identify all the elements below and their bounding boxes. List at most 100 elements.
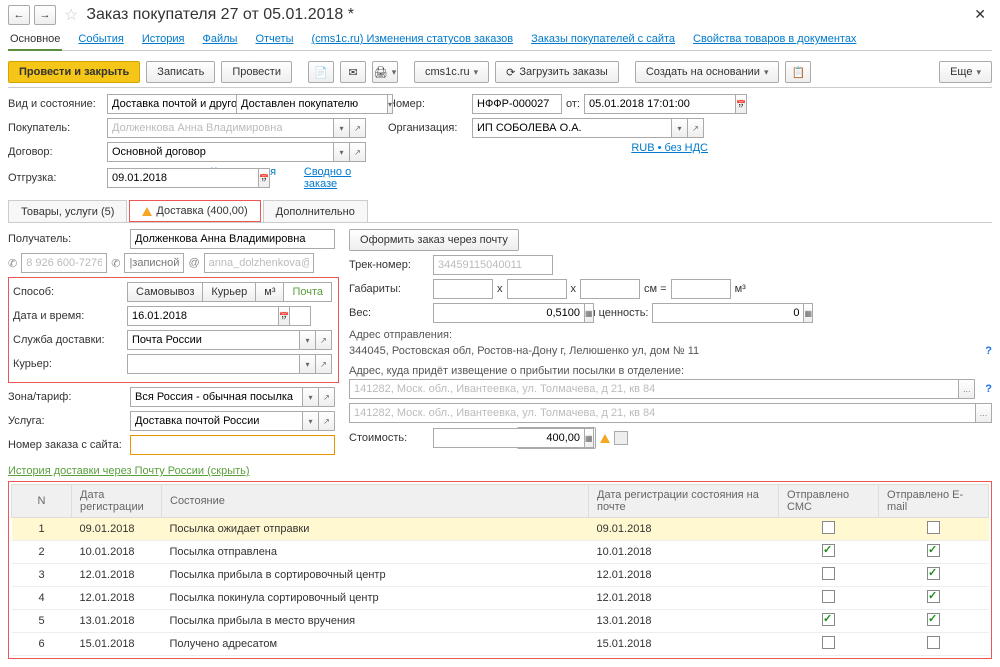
sms-checkbox[interactable] [822,567,835,580]
sms-checkbox[interactable] [822,544,835,557]
dropdown-icon[interactable]: ▾ [303,411,319,431]
post-close-button[interactable]: Провести и закрыть [8,61,140,83]
write-button[interactable]: Записать [146,61,215,83]
method-pickup[interactable]: Самовывоз [127,282,203,302]
favorite-star-icon[interactable]: ☆ [60,5,82,25]
dim-l-field[interactable] [433,279,493,299]
dropdown-icon[interactable]: ▾ [334,142,350,162]
table-row[interactable]: 4 12.01.2018 Посылка покинула сортировоч… [12,587,989,610]
col-regdate[interactable]: Дата регистрации [72,485,162,518]
create-from-button[interactable]: Создать на основании [635,61,780,83]
tab-item-props[interactable]: Свойства товаров в документах [691,29,858,50]
sms-checkbox[interactable] [822,636,835,649]
tab-events[interactable]: События [76,29,125,50]
method-post[interactable]: Почта [284,282,332,302]
dropdown-icon[interactable]: ▾ [672,118,688,138]
shipment-date-field[interactable] [107,168,259,188]
calc-icon[interactable]: ▦ [804,303,813,323]
sms-checkbox[interactable] [822,521,835,534]
declared-field[interactable] [652,303,804,323]
cost-field[interactable] [433,428,585,448]
email-checkbox[interactable] [927,521,940,534]
email-checkbox[interactable] [927,613,940,626]
open-icon[interactable]: ↗ [319,387,335,407]
email-checkbox[interactable] [927,544,940,557]
close-icon[interactable]: ✕ [968,4,992,25]
phone2-field[interactable] [124,253,184,273]
tab-delivery[interactable]: Доставка (400,00) [129,200,260,222]
tab-files[interactable]: Файлы [201,29,240,50]
table-row[interactable]: 2 10.01.2018 Посылка отправлена 10.01.20… [12,541,989,564]
tab-main[interactable]: Основное [8,29,62,51]
col-email[interactable]: Отправлено E-mail [879,485,989,518]
service-field[interactable] [127,330,300,350]
calendar-icon[interactable]: 📅 [736,94,747,114]
cms-button[interactable]: cms1c.ru [414,61,489,83]
notify-addr1-field[interactable] [349,379,959,399]
ellipsis-icon[interactable]: … [976,403,992,423]
load-orders-button[interactable]: ⟳ Загрузить заказы [495,61,619,83]
dim-h-field[interactable] [580,279,640,299]
currency-link[interactable]: RUB • без НДС [631,142,708,154]
history-toggle-link[interactable]: История доставки через Почту России (скр… [8,465,250,477]
col-postdate[interactable]: Дата регистрации состояния на почте [589,485,779,518]
post-order-button[interactable]: Оформить заказ через почту [349,229,519,251]
zone-field[interactable] [130,387,303,407]
courier-field[interactable] [127,354,300,374]
track-field[interactable] [433,255,553,275]
email-checkbox[interactable] [927,636,940,649]
doc-icon[interactable]: 📄 [308,61,334,83]
col-state[interactable]: Состояние [162,485,589,518]
table-row[interactable]: 6 15.01.2018 Получено адресатом 15.01.20… [12,633,989,656]
delivery-date-field[interactable] [127,306,279,326]
email-checkbox[interactable] [927,567,940,580]
open-icon[interactable]: ↗ [350,142,366,162]
tab-history[interactable]: История [140,29,187,50]
open-icon[interactable]: ↗ [316,354,332,374]
dropdown-icon[interactable]: ▾ [300,354,316,374]
col-sms[interactable]: Отправлено СМС [779,485,879,518]
calendar-icon[interactable]: 📅 [259,168,270,188]
more-button[interactable]: Еще [939,61,992,83]
tab-site-orders[interactable]: Заказы покупателей с сайта [529,29,677,50]
open-icon[interactable]: ↗ [688,118,704,138]
usluga-field[interactable] [130,411,303,431]
email-field[interactable] [204,253,314,273]
dim-w-field[interactable] [507,279,567,299]
calendar-icon[interactable]: 📅 [279,306,290,326]
sms-checkbox[interactable] [822,590,835,603]
dropdown-icon[interactable]: ▾ [388,94,393,114]
buyer-field[interactable] [107,118,334,138]
method-courier[interactable]: Курьер [203,282,256,302]
summary-link[interactable]: Сводно о заказе [304,166,378,190]
phone1-field[interactable] [21,253,107,273]
dropdown-icon[interactable]: ▾ [334,118,350,138]
info-icon[interactable] [614,431,628,445]
org-field[interactable] [472,118,672,138]
dropdown-icon[interactable]: ▾ [300,330,316,350]
notify-addr2-field[interactable] [349,403,976,423]
sms-checkbox[interactable] [822,613,835,626]
tab-extra[interactable]: Дополнительно [263,200,368,222]
ellipsis-icon[interactable]: … [959,379,975,399]
order-state-select[interactable] [236,94,388,114]
site-order-field[interactable] [130,435,335,455]
calc-icon[interactable]: ▦ [585,303,594,323]
open-icon[interactable]: ↗ [350,118,366,138]
weight-field[interactable] [433,303,585,323]
dim-vol-field[interactable] [671,279,731,299]
open-icon[interactable]: ↗ [316,330,332,350]
open-icon[interactable]: ↗ [319,411,335,431]
tab-goods[interactable]: Товары, услуги (5) [8,200,127,222]
number-field[interactable] [472,94,562,114]
help-icon[interactable]: ? [985,383,992,395]
email-checkbox[interactable] [927,590,940,603]
table-row[interactable]: 5 13.01.2018 Посылка прибыла в место вру… [12,610,989,633]
print-button[interactable]: 🖨 [372,61,398,83]
dropdown-icon[interactable]: ▾ [303,387,319,407]
back-button[interactable]: ← [8,5,30,25]
calc-icon[interactable]: ▦ [585,428,594,448]
post-button[interactable]: Провести [221,61,292,83]
table-row[interactable]: 1 09.01.2018 Посылка ожидает отправки 09… [12,518,989,541]
extra-icon[interactable]: 📋 [785,61,811,83]
